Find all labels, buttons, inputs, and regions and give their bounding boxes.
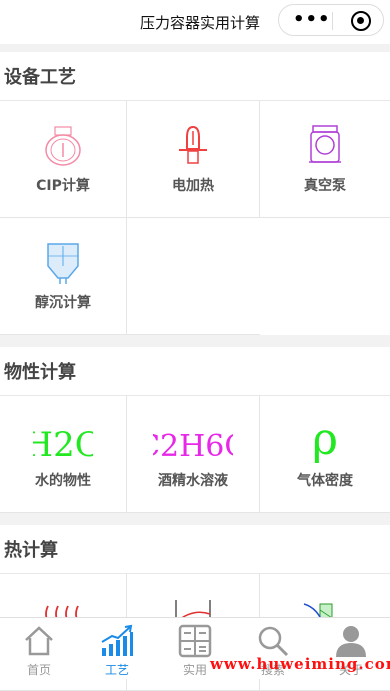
grid-item-label: 真空泵: [304, 178, 346, 194]
user-icon: [336, 626, 366, 657]
h2o-icon: H2O: [33, 425, 93, 464]
rho-text: ρ: [312, 418, 338, 464]
properties-grid: H2O 水的物性 C2H6O 酒精水溶液 ρ 气体密度: [0, 396, 390, 513]
search-icon: [258, 626, 289, 657]
tab-label: 工艺: [104, 663, 129, 677]
section-gap: [0, 335, 390, 347]
section-title-heat: 热计算: [0, 525, 390, 574]
grid-empty-cell: [127, 218, 260, 335]
grid-item-ethanol-solution[interactable]: C2H6O 酒精水溶液: [127, 396, 260, 513]
cip-tank-icon: [45, 126, 81, 166]
calculator-icon: [178, 624, 212, 658]
home-icon: [25, 626, 53, 656]
grid-empty-cell: [260, 218, 390, 335]
grid-item-label: 酒精水溶液: [158, 473, 228, 489]
close-target-icon[interactable]: [351, 11, 371, 31]
c2h6o-icon: C2H6O: [153, 429, 233, 464]
tab-process[interactable]: 工艺: [78, 618, 156, 679]
grid-item-label: 水的物性: [35, 473, 91, 489]
grid-item-label: 电加热: [172, 178, 214, 194]
grid-item-label: 醇沉计算: [35, 295, 91, 311]
grid-item-label: 气体密度: [297, 473, 353, 489]
rho-icon: ρ: [312, 418, 338, 464]
grid-item-alcohol-precipitation[interactable]: 醇沉计算: [0, 218, 127, 335]
section-gap: [0, 513, 390, 525]
section-gap: [0, 44, 390, 52]
grid-item-cip[interactable]: CIP计算: [0, 101, 127, 218]
vacuum-pump-icon: [309, 125, 341, 163]
grid-item-gas-density[interactable]: ρ 气体密度: [260, 396, 390, 513]
grid-item-vacuum-pump[interactable]: 真空泵: [260, 101, 390, 218]
h2o-text: H2O: [33, 425, 93, 464]
more-menu-icon[interactable]: •••: [293, 11, 331, 29]
bar-chart-icon: [101, 624, 133, 656]
grid-item-water-properties[interactable]: H2O 水的物性: [0, 396, 127, 513]
watermark-text: www.huweiming.com: [210, 655, 390, 673]
section-title-equipment: 设备工艺: [0, 52, 390, 101]
equipment-grid: CIP计算 电加热 真空泵 醇沉计算: [0, 101, 390, 335]
tab-label: 首页: [26, 663, 51, 677]
precipitation-tank-icon: [47, 243, 79, 284]
c2h6o-text: C2H6O: [153, 429, 233, 464]
top-bar: 压力容器实用计算 •••: [0, 0, 390, 44]
section-title-properties: 物性计算: [0, 347, 390, 396]
mini-program-capsule: •••: [278, 4, 384, 36]
capsule-divider: [332, 12, 333, 30]
grid-item-label: CIP计算: [36, 178, 90, 194]
electric-heater-icon: [179, 125, 207, 164]
tab-home[interactable]: 首页: [0, 618, 78, 679]
grid-item-electric-heating[interactable]: 电加热: [127, 101, 260, 218]
